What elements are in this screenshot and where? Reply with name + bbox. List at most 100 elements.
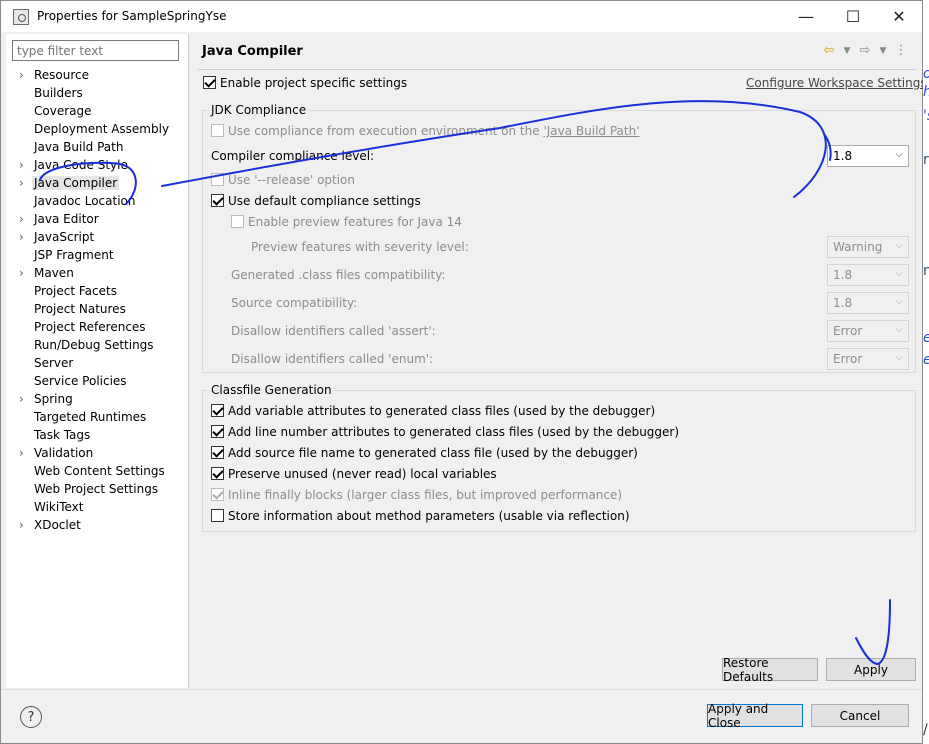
tree-item[interactable]: Web Project Settings [6, 480, 189, 498]
generated-class-value: 1.8 [833, 268, 853, 282]
expand-chevron-icon[interactable]: › [19, 390, 24, 408]
use-default-compliance-checkbox[interactable]: Use default compliance settings [211, 194, 421, 208]
checkbox-icon[interactable] [211, 425, 224, 438]
background-text: ru [923, 152, 929, 168]
compliance-level-select[interactable]: 1.8 ⌵ [827, 145, 909, 167]
generated-class-select[interactable]: 1.8 ⌵ [827, 264, 909, 286]
enum-select[interactable]: Error ⌵ [827, 348, 909, 370]
background-text: e [923, 352, 929, 368]
source-compat-select[interactable]: 1.8 ⌵ [827, 292, 909, 314]
tree-item-label: Java Code Style [34, 158, 128, 172]
checkbox-icon[interactable] [211, 173, 224, 186]
background-window-strip: o h 's ru n e e / [923, 0, 929, 744]
use-compliance-env-checkbox[interactable]: Use compliance from execution environmen… [211, 124, 640, 138]
background-text: / [923, 722, 928, 738]
configure-workspace-link[interactable]: Configure Workspace Settings... [746, 76, 929, 90]
classfile-option-checkbox[interactable]: Preserve unused (never read) local varia… [211, 467, 497, 481]
tree-item-label: Run/Debug Settings [34, 338, 154, 352]
cancel-button[interactable]: Cancel [811, 704, 909, 727]
classfile-option-checkbox[interactable]: Add line number attributes to generated … [211, 425, 679, 439]
release-option-checkbox[interactable]: Use '--release' option [211, 173, 355, 187]
tree-item[interactable]: › XDoclet [6, 516, 189, 534]
apply-button[interactable]: Apply [826, 658, 916, 681]
expand-chevron-icon[interactable]: › [19, 264, 24, 282]
tree-item[interactable]: JSP Fragment [6, 246, 189, 264]
checkbox-icon[interactable] [231, 215, 244, 228]
tree-item[interactable]: Targeted Runtimes [6, 408, 189, 426]
minimize-button[interactable]: — [783, 1, 829, 32]
expand-chevron-icon[interactable]: › [19, 228, 24, 246]
enable-project-settings-checkbox[interactable]: Enable project specific settings [203, 76, 407, 90]
tree-item[interactable]: Java Build Path [6, 138, 189, 156]
tree-item[interactable]: › Resource [6, 66, 189, 84]
expand-chevron-icon[interactable]: › [19, 66, 24, 84]
tree-item-label: Project Natures [34, 302, 126, 316]
tree-item[interactable]: › JavaScript [6, 228, 189, 246]
tree-item[interactable]: › Spring [6, 390, 189, 408]
tree-item[interactable]: Web Content Settings [6, 462, 189, 480]
tree-item[interactable]: Service Policies [6, 372, 189, 390]
classfile-option-checkbox[interactable]: Add source file name to generated class … [211, 446, 638, 460]
checkbox-icon[interactable] [211, 404, 224, 417]
generated-class-label: Generated .class files compatibility: [231, 268, 446, 282]
checkbox-icon[interactable] [203, 76, 216, 89]
classfile-option-checkbox[interactable]: Store information about method parameter… [211, 509, 630, 523]
tree-item[interactable]: Task Tags [6, 426, 189, 444]
expand-chevron-icon[interactable]: › [19, 444, 24, 462]
enable-preview-label: Enable preview features for Java 14 [248, 215, 462, 229]
expand-chevron-icon[interactable]: › [19, 210, 24, 228]
settings-pane: Java Compiler ⇦ ▼ ⇨ ▼ ⋮ Enable project s… [190, 34, 929, 688]
tree-item[interactable]: › Java Editor [6, 210, 189, 228]
help-icon[interactable]: ? [20, 706, 42, 728]
tree-item[interactable]: Project Facets [6, 282, 189, 300]
tree-item[interactable]: › Validation [6, 444, 189, 462]
checkbox-icon[interactable] [211, 446, 224, 459]
assert-select[interactable]: Error ⌵ [827, 320, 909, 342]
checkbox-icon[interactable] [211, 124, 224, 137]
tree-item[interactable]: › Java Compiler [6, 174, 189, 192]
view-menu-icon[interactable]: ⋮ [894, 43, 908, 60]
compliance-level-value: 1.8 [833, 149, 853, 163]
close-button[interactable]: ✕ [876, 1, 922, 32]
checkbox-icon[interactable] [211, 467, 224, 480]
assert-label: Disallow identifiers called 'assert': [231, 324, 436, 338]
expand-chevron-icon[interactable]: › [19, 174, 24, 192]
tree-item[interactable]: › Java Code Style [6, 156, 189, 174]
forward-menu-chevron-icon[interactable]: ▼ [876, 43, 890, 60]
back-menu-chevron-icon[interactable]: ▼ [840, 43, 854, 60]
tree-item-label: Java Editor [34, 212, 99, 226]
checkbox-icon[interactable] [211, 194, 224, 207]
tree-item[interactable]: Builders [6, 84, 189, 102]
classfile-option-checkbox[interactable]: Inline finally blocks (larger class file… [211, 488, 622, 502]
expand-chevron-icon[interactable]: › [19, 516, 24, 534]
forward-arrow-icon[interactable]: ⇨ [858, 43, 872, 60]
maximize-button[interactable]: ☐ [830, 1, 876, 32]
classfile-option-checkbox[interactable]: Add variable attributes to generated cla… [211, 404, 655, 418]
back-arrow-icon[interactable]: ⇦ [822, 43, 836, 60]
filter-input[interactable] [12, 40, 179, 61]
tree-item-label: Coverage [34, 104, 92, 118]
tree-item[interactable]: Coverage [6, 102, 189, 120]
restore-defaults-button[interactable]: Restore Defaults [722, 656, 818, 684]
enable-preview-checkbox[interactable]: Enable preview features for Java 14 [231, 215, 462, 229]
tree-item[interactable]: › Maven [6, 264, 189, 282]
category-pane: › Resource Builders Coverage Deployment Asse… [6, 34, 189, 688]
tree-item[interactable]: WikiText [6, 498, 189, 516]
tree-item[interactable]: Project Natures [6, 300, 189, 318]
java-build-path-link[interactable]: 'Java Build Path' [543, 124, 639, 138]
tree-item[interactable]: Deployment Assembly [6, 120, 189, 138]
checkbox-icon[interactable] [211, 509, 224, 522]
tree-item-label: JavaScript [34, 230, 95, 244]
classfile-generation-title: Classfile Generation [209, 383, 334, 397]
expand-chevron-icon[interactable]: › [19, 156, 24, 174]
tree-item[interactable]: Run/Debug Settings [6, 336, 189, 354]
tree-item[interactable]: Project References [6, 318, 189, 336]
tree-item[interactable]: Server [6, 354, 189, 372]
checkbox-icon[interactable] [211, 488, 224, 501]
tree-item[interactable]: Javadoc Location [6, 192, 189, 210]
background-text: h [923, 84, 929, 100]
apply-and-close-button[interactable]: Apply and Close [707, 702, 803, 730]
source-compat-value: 1.8 [833, 296, 853, 310]
preview-severity-select[interactable]: Warning ⌵ [827, 236, 909, 258]
enum-value: Error [833, 352, 863, 366]
